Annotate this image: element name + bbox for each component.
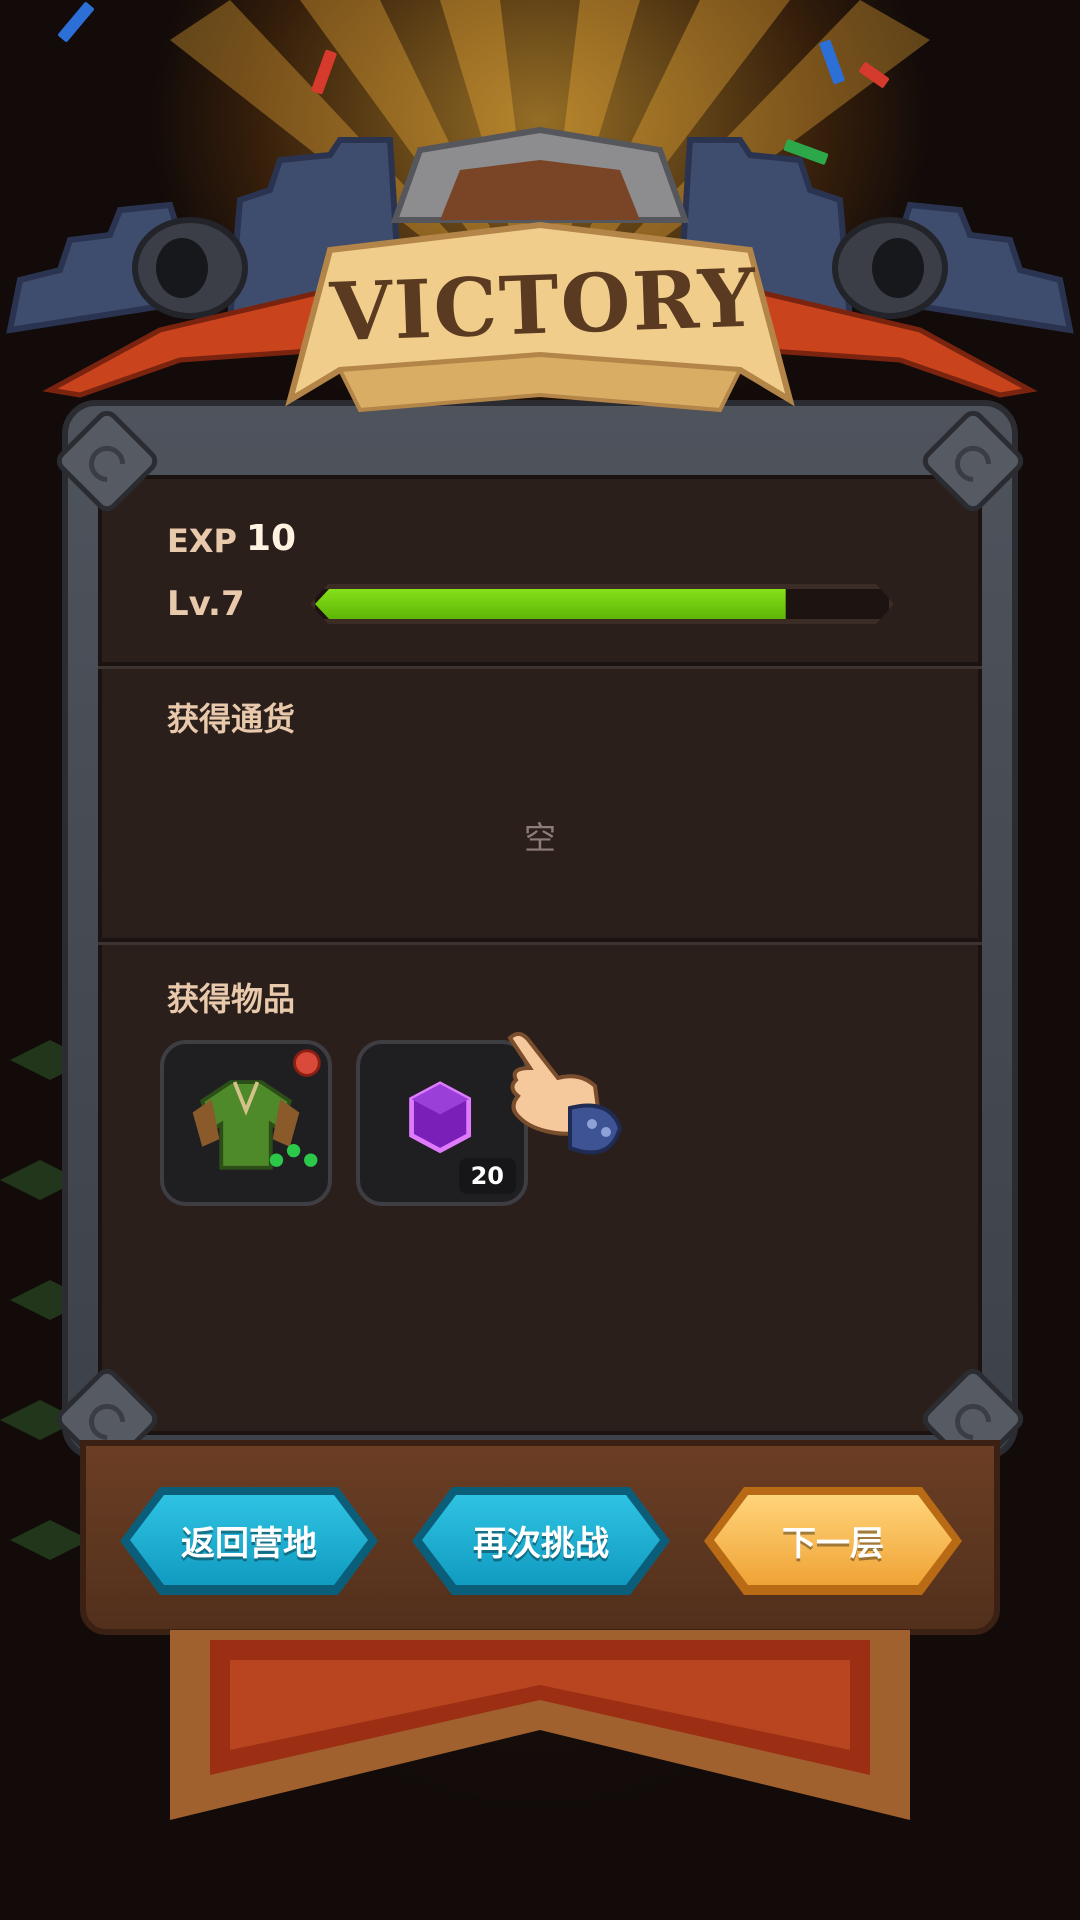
exp-label: EXP <box>167 522 237 560</box>
return-camp-button[interactable]: 返回营地 <box>120 1487 378 1595</box>
button-face: 下一层 <box>714 1495 952 1585</box>
next-floor-label: 下一层 <box>782 1523 884 1564</box>
items-section-title: 获得物品 <box>167 980 296 1018</box>
button-face: 再次挑战 <box>422 1495 660 1585</box>
section-divider <box>98 938 982 945</box>
victory-title: VICTORY <box>328 250 760 360</box>
exp-value: 10 <box>246 518 297 559</box>
item-slot-tunic[interactable] <box>160 1040 332 1206</box>
hanging-banner <box>170 1630 910 1820</box>
currency-empty-text: 空 <box>523 819 556 857</box>
retry-label: 再次挑战 <box>473 1523 609 1564</box>
green-tunic-icon <box>192 1049 321 1170</box>
section-divider <box>98 662 982 669</box>
next-floor-button[interactable]: 下一层 <box>704 1487 962 1595</box>
button-face: 返回营地 <box>130 1495 368 1585</box>
level-label: Lv.7 <box>167 584 245 624</box>
exp-progress-fill <box>315 589 786 619</box>
return-camp-label: 返回营地 <box>181 1523 317 1564</box>
exp-progress-bar <box>310 584 894 624</box>
tutorial-pointer-hand-icon <box>507 1031 623 1155</box>
currency-section-title: 获得通货 <box>167 700 296 738</box>
retry-button[interactable]: 再次挑战 <box>412 1487 670 1595</box>
